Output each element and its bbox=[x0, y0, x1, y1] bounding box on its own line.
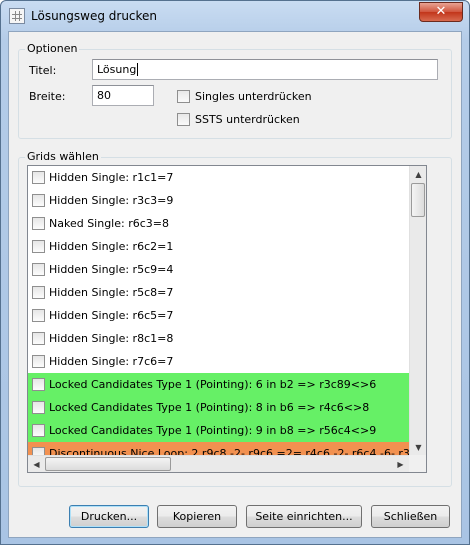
list-item-label: Hidden Single: r1c1=7 bbox=[49, 171, 174, 184]
ssts-label[interactable]: SSTS unterdrücken bbox=[195, 113, 300, 126]
list-item-checkbox[interactable] bbox=[32, 401, 45, 414]
scroll-left-arrow-icon[interactable]: ◀ bbox=[28, 456, 45, 472]
vertical-scroll-thumb[interactable] bbox=[411, 183, 425, 217]
list-item-checkbox[interactable] bbox=[32, 424, 45, 437]
title-field-value: Lösung bbox=[97, 63, 137, 76]
horizontal-scrollbar[interactable]: ◀ ▶ bbox=[28, 455, 409, 472]
singles-label[interactable]: Singles unterdrücken bbox=[195, 90, 312, 103]
list-item-label: Hidden Single: r7c6=7 bbox=[49, 355, 174, 368]
list-item-label: Hidden Single: r5c9=4 bbox=[49, 263, 174, 276]
list-item-checkbox[interactable] bbox=[32, 240, 45, 253]
list-item[interactable]: Locked Candidates Type 1 (Pointing): 8 i… bbox=[28, 396, 410, 419]
print-button[interactable]: Drucken... bbox=[69, 505, 149, 528]
horizontal-scroll-thumb[interactable] bbox=[45, 457, 171, 471]
list-item-checkbox[interactable] bbox=[32, 263, 45, 276]
window-title: Lösungsweg drucken bbox=[31, 9, 158, 23]
ssts-checkbox[interactable] bbox=[177, 113, 190, 126]
list-item[interactable]: Hidden Single: r5c9=4 bbox=[28, 258, 410, 281]
list-item-label: Locked Candidates Type 1 (Pointing): 9 i… bbox=[49, 424, 377, 437]
scroll-right-arrow-icon[interactable]: ▶ bbox=[392, 456, 409, 472]
list-item-label: Locked Candidates Type 1 (Pointing): 8 i… bbox=[49, 401, 370, 414]
grids-legend: Grids wählen bbox=[25, 150, 101, 163]
list-item[interactable]: Hidden Single: r3c3=9 bbox=[28, 189, 410, 212]
list-item[interactable]: Hidden Single: r6c2=1 bbox=[28, 235, 410, 258]
copy-button[interactable]: Kopieren bbox=[157, 505, 237, 528]
scrollbar-corner bbox=[409, 455, 426, 472]
width-field[interactable]: 80 bbox=[92, 85, 154, 106]
page-setup-button[interactable]: Seite einrichten... bbox=[246, 505, 362, 528]
list-item-checkbox[interactable] bbox=[32, 332, 45, 345]
grids-list[interactable]: Hidden Single: r1c1=7 Hidden Single: r3c3… bbox=[27, 165, 427, 473]
title-bar[interactable]: Lösungsweg drucken ✕ bbox=[1, 1, 469, 31]
title-field[interactable]: Lösung bbox=[92, 59, 438, 80]
options-group: Optionen Titel: Lösung Breite: 80 Single… bbox=[18, 42, 452, 139]
scroll-up-arrow-icon[interactable]: ▲ bbox=[410, 166, 426, 183]
close-window-button[interactable]: ✕ bbox=[419, 2, 463, 22]
scroll-down-arrow-icon[interactable]: ▼ bbox=[410, 439, 426, 456]
title-label: Titel: bbox=[29, 64, 57, 77]
list-item-checkbox[interactable] bbox=[32, 309, 45, 322]
list-item-label: Hidden Single: r6c5=7 bbox=[49, 309, 174, 322]
list-item-checkbox[interactable] bbox=[32, 286, 45, 299]
list-item[interactable]: Locked Candidates Type 1 (Pointing): 9 i… bbox=[28, 419, 410, 442]
list-item[interactable]: Hidden Single: r5c8=7 bbox=[28, 281, 410, 304]
list-item-label: Naked Single: r6c3=8 bbox=[49, 217, 169, 230]
list-item-checkbox[interactable] bbox=[32, 171, 45, 184]
list-item-checkbox[interactable] bbox=[32, 378, 45, 391]
text-cursor bbox=[137, 63, 139, 76]
list-item-label: Hidden Single: r8c1=8 bbox=[49, 332, 174, 345]
dialog-window: Lösungsweg drucken ✕ Optionen Titel: Lös… bbox=[0, 0, 470, 545]
list-item-label: Locked Candidates Type 1 (Pointing): 6 i… bbox=[49, 378, 377, 391]
close-button[interactable]: Schließen bbox=[371, 505, 450, 528]
list-item[interactable]: Hidden Single: r1c1=7 bbox=[28, 166, 410, 189]
list-item[interactable]: Hidden Single: r8c1=8 bbox=[28, 327, 410, 350]
list-item-checkbox[interactable] bbox=[32, 217, 45, 230]
list-item[interactable]: Hidden Single: r6c5=7 bbox=[28, 304, 410, 327]
list-item[interactable]: Naked Single: r6c3=8 bbox=[28, 212, 410, 235]
list-item[interactable]: Hidden Single: r7c6=7 bbox=[28, 350, 410, 373]
list-item-label: Hidden Single: r6c2=1 bbox=[49, 240, 174, 253]
list-item-label: Hidden Single: r3c3=9 bbox=[49, 194, 174, 207]
list-item-checkbox[interactable] bbox=[32, 355, 45, 368]
list-item-checkbox[interactable] bbox=[32, 194, 45, 207]
vertical-scrollbar[interactable]: ▲ ▼ bbox=[409, 166, 426, 456]
options-legend: Optionen bbox=[25, 42, 80, 55]
list-item-label: Hidden Single: r5c8=7 bbox=[49, 286, 174, 299]
width-label: Breite: bbox=[29, 90, 66, 103]
dialog-content: Optionen Titel: Lösung Breite: 80 Single… bbox=[8, 31, 462, 538]
sudoku-grid-icon bbox=[9, 8, 25, 24]
list-item[interactable]: Locked Candidates Type 1 (Pointing): 6 i… bbox=[28, 373, 410, 396]
singles-checkbox[interactable] bbox=[177, 90, 190, 103]
